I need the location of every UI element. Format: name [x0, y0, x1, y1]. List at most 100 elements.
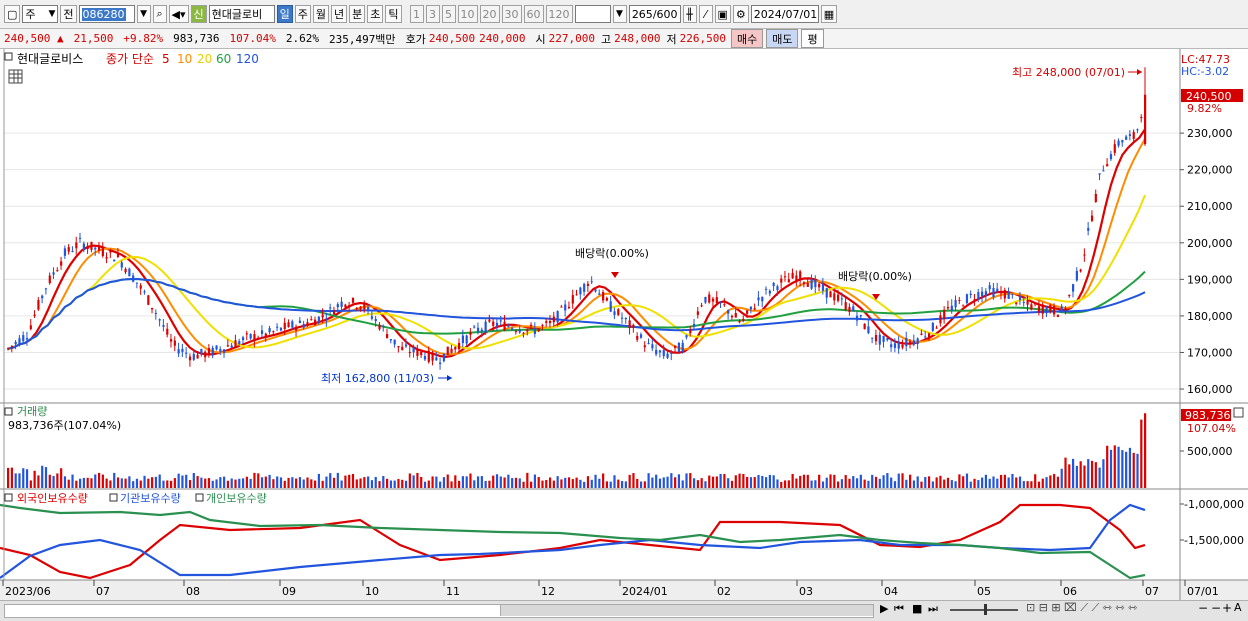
volume-bar: [943, 479, 946, 488]
candle-body: [135, 282, 139, 284]
scroll-last-icon[interactable]: ⏭: [928, 602, 938, 616]
candle-body: [677, 342, 681, 353]
volume-bar: [871, 474, 874, 488]
candle-body: [526, 329, 529, 332]
candle-body: [533, 328, 537, 334]
period-button-6[interactable]: 틱: [385, 5, 402, 23]
period-button-2[interactable]: 월: [312, 5, 330, 23]
calendar-icon[interactable]: ▦: [820, 5, 838, 23]
volume-bar: [355, 479, 358, 488]
volume-bar: [370, 480, 374, 488]
candle-settings-icon[interactable]: ╫: [682, 5, 697, 23]
period-button-3[interactable]: 년: [331, 5, 348, 23]
volume-bar: [711, 476, 715, 488]
scroll-right-icon[interactable]: ▶: [880, 602, 888, 615]
period-button-0[interactable]: 일: [276, 5, 293, 23]
volume-bar: [317, 473, 320, 488]
interval-button-3[interactable]: 3: [425, 5, 440, 23]
period-button-4[interactable]: 분: [349, 5, 366, 23]
x-label-11: 05: [977, 585, 991, 598]
candle-body: [143, 291, 146, 293]
scrollbar-thumb[interactable]: [500, 605, 873, 616]
draw-tool-icon[interactable]: ⁄: [698, 5, 713, 23]
layout-icon[interactable]: ▢: [4, 5, 21, 23]
candle-body: [169, 339, 173, 342]
code-dropdown-icon[interactable]: ▼: [136, 5, 151, 23]
volume-bar: [761, 475, 764, 488]
zoom-handle[interactable]: [984, 604, 987, 615]
prev-button[interactable]: 전: [60, 5, 77, 23]
candle-body: [821, 284, 825, 291]
candle-body: [60, 261, 63, 266]
period-button-1[interactable]: 주: [294, 5, 311, 23]
candle-body: [742, 318, 745, 321]
price-tick-0: 230,000: [1187, 127, 1233, 140]
volume-bar: [302, 479, 305, 488]
volume-bar: [833, 474, 836, 488]
stop-icon[interactable]: ■: [912, 602, 922, 615]
candle-body: [351, 297, 355, 303]
volume-bar: [1015, 477, 1018, 488]
volume-bar: [909, 474, 912, 488]
buy-button[interactable]: 매수: [730, 29, 764, 48]
chart-table-icon[interactable]: [8, 69, 23, 84]
auto-scale-icon[interactable]: A: [1234, 601, 1242, 614]
stock-name-field[interactable]: 현대글로비: [208, 5, 275, 23]
candle-body: [446, 346, 449, 355]
candle-body: [71, 251, 74, 253]
period-button-5[interactable]: 초: [367, 5, 384, 23]
stock-code-input[interactable]: 086280: [78, 5, 135, 23]
candle-body: [787, 279, 790, 283]
save-icon[interactable]: ▣: [714, 5, 731, 23]
volume-bar: [14, 473, 17, 488]
volume-bar: [1121, 450, 1124, 488]
volume-bar: [768, 474, 771, 488]
candle-body: [355, 308, 358, 310]
search-icon[interactable]: ⌕: [152, 5, 167, 23]
candle-body: [344, 304, 347, 308]
minus-icon[interactable]: −: [1211, 601, 1221, 615]
zoom-out-icon[interactable]: −: [1198, 601, 1208, 615]
scroll-first-icon[interactable]: ⏮: [894, 602, 904, 616]
volume-bar: [44, 467, 48, 488]
volume-bar: [454, 475, 457, 488]
volume-panel-close-icon[interactable]: [1233, 407, 1244, 418]
chart-tools-icon[interactable]: ⊡ ⊟ ⊞ ⌧ ⟋ ⟋ ⇿ ⇿ ⇿: [1026, 601, 1137, 615]
volume-bar: [825, 477, 828, 488]
candle-body: [298, 320, 302, 323]
period-type-value: 주: [25, 8, 36, 21]
candle-body: [613, 311, 616, 315]
volume-bar: [473, 480, 476, 488]
interval-button-1[interactable]: 1: [409, 5, 424, 23]
speaker-icon[interactable]: ◀▾: [168, 5, 189, 23]
interval-button-10[interactable]: 10: [457, 5, 478, 23]
eval-button[interactable]: 평: [801, 29, 824, 48]
volume-title: 거래량: [17, 405, 47, 418]
candle-body: [636, 336, 639, 340]
interval-button-5[interactable]: 5: [441, 5, 456, 23]
stock-chart[interactable]: 현대글로비스 종가 단순 5 10 20 60 120 LC:47.73 HC:…: [0, 49, 1248, 600]
candle-body: [488, 319, 491, 322]
volume-bar: [397, 478, 400, 488]
volume-bar: [992, 476, 995, 488]
interval-button-30[interactable]: 30: [501, 5, 522, 23]
interval-dropdown-icon[interactable]: ▼: [612, 5, 627, 23]
volume-bar: [147, 478, 150, 488]
candle-body: [1011, 293, 1014, 295]
gear-icon[interactable]: ⚙: [732, 5, 749, 23]
sell-button[interactable]: 매도: [766, 29, 799, 48]
price-tick-3: 200,000: [1187, 237, 1233, 250]
volume-bar: [196, 476, 199, 488]
volume-bar: [1053, 473, 1056, 488]
volume-bar: [662, 477, 665, 488]
date-input[interactable]: 2024/07/01: [750, 5, 819, 23]
volume-bar: [169, 480, 173, 488]
plus-icon[interactable]: +: [1222, 601, 1232, 615]
candle-body: [878, 334, 881, 345]
count-input[interactable]: 265 /600: [628, 5, 681, 23]
interval-button-60[interactable]: 60: [523, 5, 544, 23]
interval-button-120[interactable]: 120: [545, 5, 573, 23]
interval-input[interactable]: [574, 5, 611, 23]
interval-button-20[interactable]: 20: [479, 5, 500, 23]
period-type-select[interactable]: 주 ▼: [22, 5, 59, 23]
